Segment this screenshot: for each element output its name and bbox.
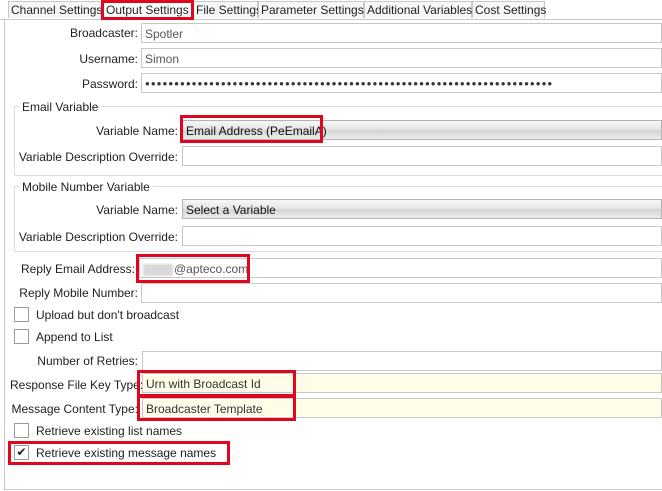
reply-mobile-label: Reply Mobile Number: <box>19 286 138 300</box>
redacted-text <box>143 263 173 276</box>
mobile-variable-name-label: Variable Name: <box>96 203 178 217</box>
retries-label: Number of Retries: <box>37 354 138 368</box>
reply-mobile-field[interactable] <box>141 283 662 303</box>
message-content-field[interactable]: Broadcaster Template <box>142 398 662 418</box>
retrieve-message-names-checkbox[interactable]: ✔ <box>14 445 29 460</box>
response-key-field[interactable]: Urn with Broadcast Id <box>142 373 662 393</box>
email-variable-title: Email Variable <box>19 100 102 114</box>
retrieve-message-names-label: Retrieve existing message names <box>36 446 217 460</box>
tab-channel-settings[interactable]: Channel Settings <box>8 1 103 18</box>
tab-cost-settings[interactable]: Cost Settings <box>472 1 546 18</box>
message-content-label: Message Content Type: <box>11 402 138 416</box>
append-to-list-label: Append to List <box>36 330 113 344</box>
reply-email-label: Reply Email Address: <box>20 262 135 276</box>
mobile-variable-name-select[interactable]: Select a Variable <box>182 199 662 219</box>
reply-email-value: @apteco.com <box>174 262 249 276</box>
email-variable-name-label: Variable Name: <box>96 124 178 138</box>
email-desc-override-field[interactable] <box>182 146 662 166</box>
username-label: Username: <box>79 52 138 66</box>
upload-no-broadcast-checkbox[interactable] <box>14 307 29 322</box>
mobile-variable-title: Mobile Number Variable <box>19 180 153 194</box>
retrieve-list-names-checkbox[interactable] <box>14 423 29 438</box>
reply-email-field[interactable]: @apteco.com <box>139 258 662 278</box>
email-variable-name-select[interactable]: Email Address (PeEmailA) <box>182 120 662 140</box>
broadcaster-label: Broadcaster: <box>69 26 138 40</box>
password-label: Password: <box>81 77 138 91</box>
mobile-desc-override-field[interactable] <box>182 226 662 246</box>
tab-additional-variables[interactable]: Additional Variables <box>364 1 472 18</box>
tab-parameter-settings[interactable]: Parameter Settings <box>258 1 364 18</box>
retrieve-list-names-label: Retrieve existing list names <box>36 424 183 438</box>
username-field[interactable]: Simon <box>141 48 662 68</box>
tab-bar: Channel Settings Output Settings File Se… <box>0 0 662 20</box>
mobile-desc-override-label: Variable Description Override: <box>18 230 178 244</box>
password-field[interactable]: ●●●●●●●●●●●●●●●●●●●●●●●●●●●●●●●●●●●●●●●●… <box>141 73 662 93</box>
email-desc-override-label: Variable Description Override: <box>18 150 178 164</box>
retries-field[interactable] <box>142 351 662 371</box>
tab-output-settings[interactable]: Output Settings <box>103 1 193 18</box>
tab-file-settings[interactable]: File Settings <box>193 1 262 18</box>
upload-no-broadcast-label: Upload but don't broadcast <box>36 308 180 322</box>
broadcaster-field[interactable]: Spotler <box>141 23 662 43</box>
response-key-label: Response File Key Type: <box>10 378 144 392</box>
append-to-list-checkbox[interactable] <box>14 329 29 344</box>
checkmark-icon: ✔ <box>16 445 27 459</box>
